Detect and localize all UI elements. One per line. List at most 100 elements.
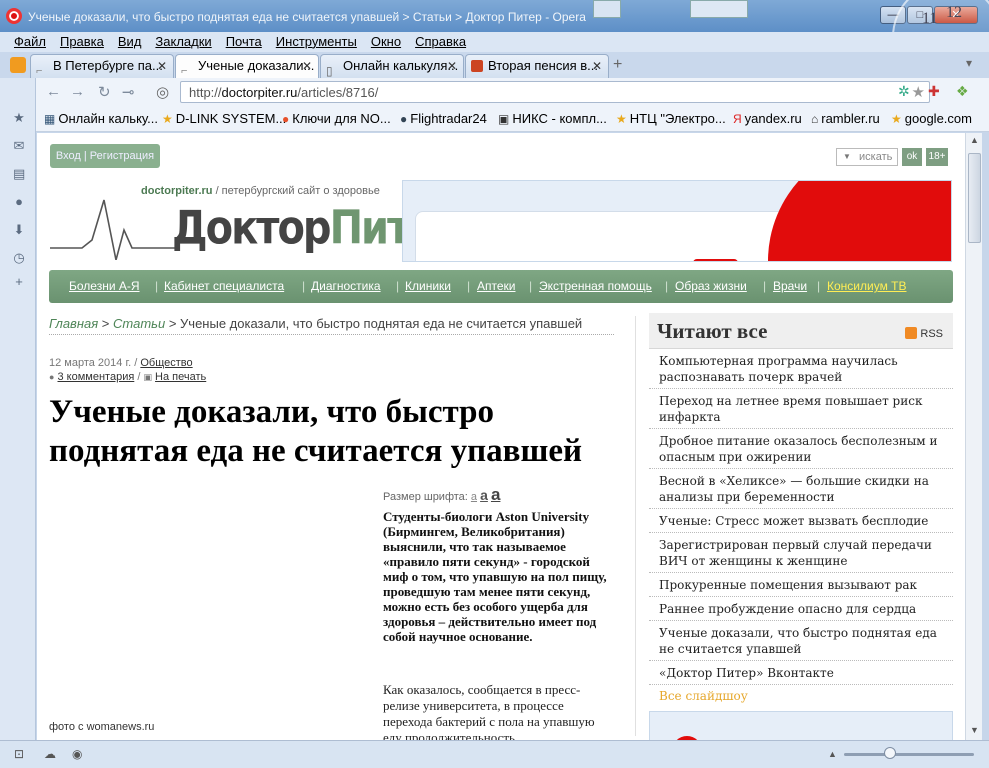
bookmark-item[interactable]: ⌂ rambler.ru xyxy=(811,111,880,126)
url-field[interactable]: http://doctorpiter.ru/articles/8716/ ★ xyxy=(180,81,930,103)
popular-item[interactable]: «Доктор Питер» Вконтакте xyxy=(649,661,953,685)
nav-separator: | xyxy=(763,279,767,293)
speed-dial-icon[interactable] xyxy=(10,57,26,73)
tab-close-icon[interactable]: ✕ xyxy=(302,55,312,77)
menu-view[interactable]: Вид xyxy=(118,32,142,52)
tab-close-icon[interactable]: ✕ xyxy=(157,55,167,77)
header-ad-banner[interactable] xyxy=(402,180,952,262)
site-favicon-icon xyxy=(471,60,483,72)
comments-link[interactable]: 3 комментария xyxy=(58,371,135,383)
nav-diseases[interactable]: Болезни А-Я xyxy=(69,279,140,293)
age-rating-badge: 18+ xyxy=(926,148,948,166)
bookmark-item[interactable]: ★ НТЦ "Электро... xyxy=(616,111,726,126)
popular-item[interactable]: Весной в «Хеликсе» — большие скидки на а… xyxy=(649,469,953,509)
menu-window[interactable]: Окно xyxy=(371,32,401,52)
menu-help[interactable]: Справка xyxy=(415,32,466,52)
breadcrumb-current: Ученые доказали, что быстро поднятая еда… xyxy=(180,316,583,331)
downloads-icon[interactable]: ⬇ xyxy=(13,223,25,236)
new-tab-button[interactable]: + xyxy=(613,56,622,74)
site-search-input[interactable]: искать xyxy=(836,148,898,166)
menu-bookmarks[interactable]: Закладки xyxy=(155,32,211,52)
page-icon: ⌐ xyxy=(36,65,43,77)
panel-toggle-icon[interactable]: ⊡ xyxy=(14,747,24,761)
font-size-small[interactable]: a xyxy=(471,491,477,503)
back-arrow-icon[interactable]: ← xyxy=(46,83,61,100)
menu-mail[interactable]: Почта xyxy=(226,32,262,52)
bookmark-item[interactable]: Яyandex.ru xyxy=(733,111,802,126)
tab-4[interactable]: Вторая пенсия в... ✕ xyxy=(465,54,609,78)
page-viewport: Вход | Регистрация искать ok 18+ doctorp… xyxy=(37,133,965,740)
bookmark-star-icon[interactable]: ★ xyxy=(912,83,925,101)
bookmark-item[interactable]: ● Flightradar24 xyxy=(400,111,487,126)
popular-item[interactable]: Переход на летнее время повышает риск ин… xyxy=(649,389,953,429)
add-panel-icon[interactable]: + xyxy=(13,275,25,288)
nav-emergency[interactable]: Экстренная помощь xyxy=(539,279,652,293)
nav-diagnostics[interactable]: Диагностика xyxy=(311,279,381,293)
bookmark-item[interactable]: ★ google.com xyxy=(891,111,972,126)
nav-konsilium-tv[interactable]: Консилиум ТВ xyxy=(827,279,906,293)
all-slideshows-link[interactable]: Все слайдшоу xyxy=(649,685,953,707)
bookmark-item[interactable]: ★ D-LINK SYSTEM... xyxy=(162,111,286,126)
scrollbar-thumb[interactable] xyxy=(968,153,981,243)
nav-doctors[interactable]: Врачи xyxy=(773,279,807,293)
rss-link[interactable]: RSS xyxy=(905,327,943,340)
address-toolbar: ← → ↻ ⊸ ◎ http://doctorpiter.ru/articles… xyxy=(36,78,989,106)
bookmark-item[interactable]: ▣ НИКС - компл... xyxy=(498,111,607,126)
menu-file[interactable]: Файл xyxy=(14,32,46,52)
mail-icon[interactable]: ✉ xyxy=(13,139,25,152)
zoom-menu-arrow-icon[interactable]: ▲ xyxy=(828,749,837,759)
sidebar-ad-banner[interactable] xyxy=(649,711,953,740)
page-scrollbar[interactable]: ▲ ▼ xyxy=(965,133,982,740)
opera-unite-cloud-icon[interactable]: ☁ xyxy=(44,747,56,761)
nav-clinics[interactable]: Клиники xyxy=(405,279,451,293)
popular-item[interactable]: Зарегистрирован первый случай передачи В… xyxy=(649,533,953,573)
nav-separator: | xyxy=(467,279,471,293)
bookmark-item[interactable]: ● Ключи для NO... xyxy=(282,111,391,126)
font-size-large[interactable]: a xyxy=(491,485,500,504)
menu-tools[interactable]: Инструменты xyxy=(276,32,357,52)
popular-item[interactable]: Раннее пробуждение опасно для сердца xyxy=(649,597,953,621)
category-link[interactable]: Общество xyxy=(140,357,192,369)
popular-item[interactable]: Дробное питание оказалось бесполезным и … xyxy=(649,429,953,469)
nav-specialist[interactable]: Кабинет специалиста xyxy=(164,279,284,293)
reload-icon[interactable]: ↻ xyxy=(98,83,111,101)
zoom-slider-thumb[interactable] xyxy=(884,747,896,759)
breadcrumb-articles-link[interactable]: Статьи xyxy=(113,316,165,331)
scroll-down-arrow-icon[interactable]: ▼ xyxy=(970,725,979,735)
nav-lifestyle[interactable]: Образ жизни xyxy=(675,279,747,293)
site-info-icon[interactable]: ◎ xyxy=(156,83,169,101)
zoom-slider-track[interactable] xyxy=(844,753,974,756)
print-link[interactable]: На печать xyxy=(155,371,206,383)
tab-close-icon[interactable]: ✕ xyxy=(447,55,457,77)
extension-icon[interactable]: ✲ xyxy=(898,83,910,100)
popular-item[interactable]: Ученые: Стресс может вызвать бесплодие xyxy=(649,509,953,533)
contacts-icon[interactable]: ● xyxy=(13,195,25,208)
tab-menu-chevron-icon[interactable]: ▾ xyxy=(966,56,972,70)
notes-icon[interactable]: ▤ xyxy=(13,167,25,180)
breadcrumb-home-link[interactable]: Главная xyxy=(49,316,98,331)
tab-1[interactable]: ⌐ В Петербурге па... ✕ xyxy=(30,54,174,78)
tab-close-icon[interactable]: ✕ xyxy=(592,55,602,77)
popular-item[interactable]: Компьютерная программа научилась распозн… xyxy=(649,349,953,389)
forward-arrow-icon[interactable]: → xyxy=(70,83,85,100)
tab-3[interactable]: ▯ Онлайн калькуля... ✕ xyxy=(320,54,464,78)
extension-2-icon[interactable]: ✚ xyxy=(928,83,940,100)
font-size-medium[interactable]: a xyxy=(480,487,488,503)
tab-2-active[interactable]: ⌐ Ученые доказали... ✕ xyxy=(175,54,319,78)
extension-3-icon[interactable]: ❖ xyxy=(956,83,969,100)
scroll-up-arrow-icon[interactable]: ▲ xyxy=(970,135,979,145)
menu-edit[interactable]: Правка xyxy=(60,32,104,52)
key-icon[interactable]: ⊸ xyxy=(122,83,135,101)
bookmarks-star-icon[interactable]: ★ xyxy=(13,111,25,124)
history-clock-icon[interactable]: ◷ xyxy=(13,251,25,264)
turbo-icon[interactable]: ◉ xyxy=(72,747,82,761)
popular-title: Читают все xyxy=(657,319,768,343)
bookmark-item[interactable]: ▦ Онлайн кальку... xyxy=(44,111,158,126)
popular-item[interactable]: Прокуренные помещения вызывают рак xyxy=(649,573,953,597)
tab-bar: ⌐ В Петербурге па... ✕ ⌐ Ученые доказали… xyxy=(0,52,989,78)
status-bar: ⊡ ☁ ◉ ▲ xyxy=(0,740,989,768)
nav-pharmacies[interactable]: Аптеки xyxy=(477,279,516,293)
search-ok-button[interactable]: ok xyxy=(902,148,922,166)
popular-item[interactable]: Ученые доказали, что быстро поднятая еда… xyxy=(649,621,953,661)
login-register-button[interactable]: Вход | Регистрация xyxy=(50,144,160,168)
